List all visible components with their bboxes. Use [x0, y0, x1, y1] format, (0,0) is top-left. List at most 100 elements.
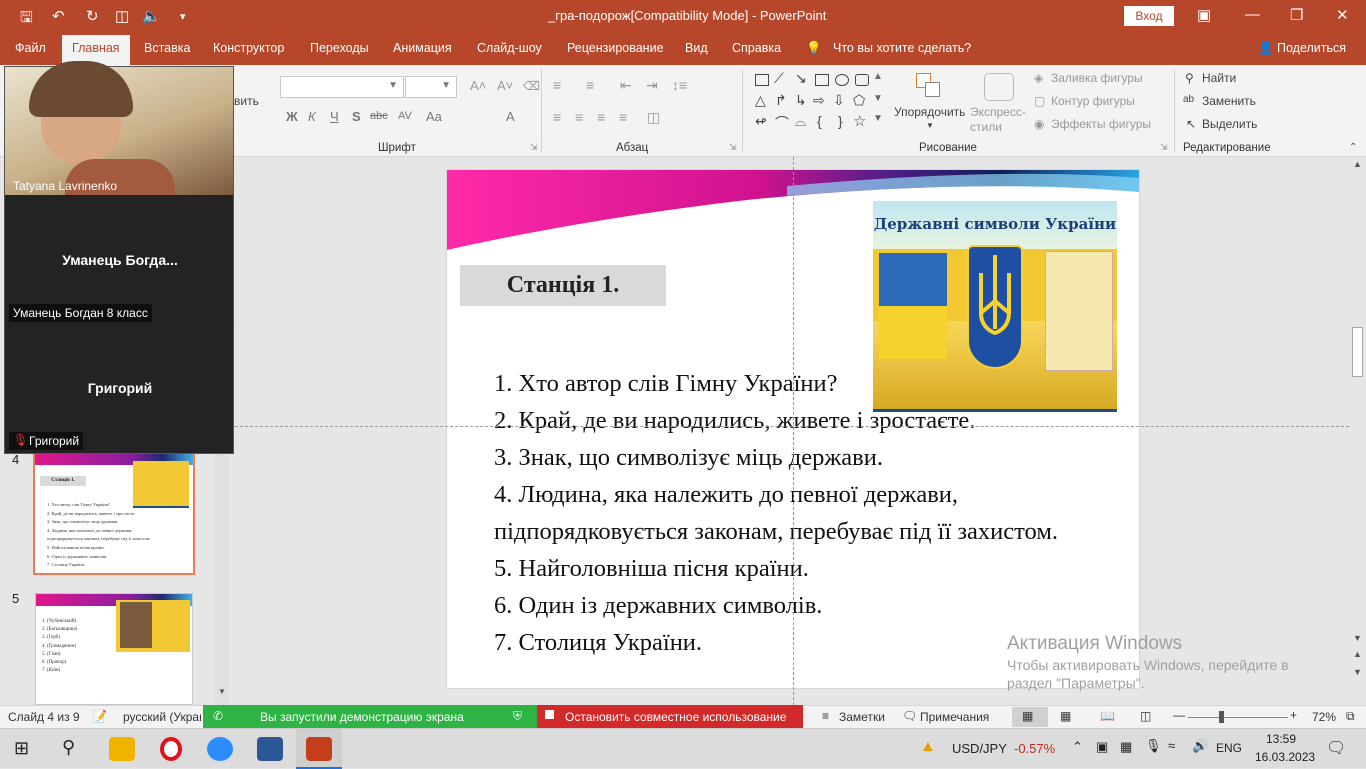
- reading-view-icon[interactable]: 📖: [1100, 709, 1115, 723]
- restore-icon[interactable]: ❐: [1290, 6, 1303, 24]
- tray-chevron-icon[interactable]: ⌃: [1072, 739, 1083, 755]
- columns-icon[interactable]: ◫: [647, 109, 660, 126]
- zoom-slider[interactable]: [1188, 717, 1288, 718]
- horizontal-guide[interactable]: [235, 426, 1349, 427]
- bold-button[interactable]: Ж: [286, 109, 298, 124]
- tray-wifi-icon[interactable]: ≈: [1168, 738, 1175, 753]
- speaker-icon[interactable]: 🔈: [142, 7, 161, 25]
- align-left-icon[interactable]: ≡: [553, 109, 561, 125]
- paste-label-partial[interactable]: вить: [234, 94, 259, 108]
- question-4-cont[interactable]: підпорядковується законам, перебуває під…: [494, 518, 1058, 546]
- participant1-video[interactable]: [5, 61, 233, 195]
- question-4[interactable]: 4. Людина, яка належить до певної держав…: [494, 481, 958, 509]
- fit-slide-icon[interactable]: ⧉: [1346, 709, 1355, 724]
- prev-slide-icon[interactable]: ▲: [1353, 649, 1362, 659]
- underline-button[interactable]: Ч: [330, 109, 339, 124]
- freeform-shape-icon[interactable]: ⌓: [795, 113, 806, 130]
- rectangle-shape-icon[interactable]: [815, 74, 829, 86]
- redo-icon[interactable]: ↻: [86, 7, 99, 25]
- slideshow-view-icon[interactable]: ◫: [1140, 709, 1151, 723]
- thumb-slide4[interactable]: Станція 1. 1. Хто автор слів Гімну Украї…: [33, 451, 195, 575]
- input-language[interactable]: ENG: [1216, 741, 1242, 755]
- oval-shape-icon[interactable]: [835, 74, 849, 86]
- language-indicator[interactable]: русский (Украи: [123, 710, 201, 724]
- line-spacing-icon[interactable]: ↕≡: [672, 77, 687, 93]
- zoom-icon[interactable]: [207, 737, 233, 761]
- collapse-ribbon-icon[interactable]: ⌃: [1349, 142, 1357, 153]
- sign-in-button[interactable]: Вход: [1124, 6, 1174, 26]
- down-arrow-shape-icon[interactable]: ⇩: [833, 92, 845, 109]
- ribbon-display-icon[interactable]: ▣: [1197, 6, 1211, 24]
- scroll-down-icon[interactable]: ▼: [1353, 633, 1362, 643]
- powerpoint-icon[interactable]: [306, 737, 332, 761]
- share-button[interactable]: Поделиться: [1277, 41, 1346, 55]
- star-shape-icon[interactable]: ☆: [853, 112, 866, 130]
- shape-fill-icon[interactable]: ◈: [1034, 71, 1043, 85]
- shape-outline-icon[interactable]: ▢: [1034, 94, 1045, 108]
- replace-icon[interactable]: ab: [1183, 94, 1194, 105]
- tab-transitions[interactable]: Переходы: [310, 41, 369, 55]
- curve-shape-icon[interactable]: ⌒: [775, 113, 789, 133]
- grow-font-icon[interactable]: A˄: [470, 78, 486, 93]
- font-color-button[interactable]: A: [506, 109, 515, 124]
- tray-volume-icon[interactable]: 🔊: [1192, 738, 1208, 754]
- thumb-scroll-down-icon[interactable]: ▼: [218, 687, 226, 696]
- align-center-icon[interactable]: ≡: [575, 109, 583, 125]
- paragraph-dialog-launcher-icon[interactable]: ⇲: [729, 142, 737, 153]
- ticker-change[interactable]: -0.57%: [1014, 741, 1055, 756]
- minimize-icon[interactable]: —: [1245, 6, 1260, 23]
- shrink-font-icon[interactable]: A˅: [497, 78, 513, 93]
- gallery-more-icon[interactable]: ▼: [873, 113, 883, 124]
- tab-slideshow[interactable]: Слайд-шоу: [477, 41, 542, 55]
- question-7[interactable]: 7. Столиця України.: [494, 629, 702, 657]
- bullets-icon[interactable]: ≡: [553, 77, 561, 93]
- tray-clipboard-icon[interactable]: ▦: [1120, 739, 1132, 755]
- slide-sorter-icon[interactable]: ▦: [1060, 709, 1071, 723]
- notes-icon[interactable]: ≡: [822, 709, 829, 723]
- shape-effects-button[interactable]: Эффекты фигуры: [1051, 117, 1151, 131]
- tray-mic-icon[interactable]: 🎙: [1145, 738, 1162, 754]
- right-brace-shape-icon[interactable]: }: [838, 113, 843, 129]
- tab-design[interactable]: Конструктор: [213, 41, 284, 55]
- font-dialog-launcher-icon[interactable]: ⇲: [530, 142, 538, 153]
- font-size-combo[interactable]: ▼: [405, 76, 457, 98]
- arrange-dropdown-icon[interactable]: ▼: [926, 121, 934, 130]
- comments-button[interactable]: Примечания: [920, 710, 989, 724]
- question-1[interactable]: 1. Хто автор слів Гімну України?: [494, 370, 837, 398]
- select-icon[interactable]: ↖: [1186, 117, 1196, 131]
- scroll-thumb[interactable]: [1352, 327, 1363, 377]
- line-shape-icon[interactable]: ⟋: [774, 70, 784, 87]
- quick-styles-button[interactable]: Экспресс- стили: [970, 105, 1026, 135]
- thumb-slide5[interactable]: 1. (Чубинський) 2. (Батьківщина) 3. (Герб)…: [35, 593, 193, 705]
- rounded-rect-shape-icon[interactable]: [855, 74, 869, 86]
- change-case-button[interactable]: Aa: [426, 109, 442, 124]
- file-explorer-icon[interactable]: [109, 737, 135, 761]
- shape-fill-button[interactable]: Заливка фигуры: [1051, 71, 1143, 85]
- tab-review[interactable]: Рецензирование: [567, 41, 664, 55]
- comments-icon[interactable]: 🗨: [902, 709, 917, 723]
- tab-view[interactable]: Вид: [685, 41, 708, 55]
- tab-insert[interactable]: Вставка: [144, 41, 190, 55]
- text-shadow-button[interactable]: S: [352, 109, 361, 124]
- undo-icon[interactable]: ↶: [52, 7, 65, 25]
- clear-format-icon[interactable]: ⌫: [523, 79, 540, 93]
- tab-animations[interactable]: Анимация: [393, 41, 452, 55]
- question-5[interactable]: 5. Найголовніша пісня країни.: [494, 555, 809, 583]
- word-icon[interactable]: [257, 737, 283, 761]
- justify-icon[interactable]: ≡: [619, 109, 627, 125]
- question-2[interactable]: 2. Край, де ви народились, живете і зрос…: [494, 407, 975, 435]
- proofing-icon[interactable]: 📝: [92, 709, 107, 723]
- question-3[interactable]: 3. Знак, що символізує міць держави.: [494, 444, 883, 472]
- right-arrow-shape-icon[interactable]: ⇨: [813, 92, 825, 109]
- font-name-combo[interactable]: ▼: [280, 76, 404, 98]
- scroll-up-icon[interactable]: ▲: [1353, 159, 1362, 169]
- left-brace-shape-icon[interactable]: {: [817, 113, 822, 129]
- align-right-icon[interactable]: ≡: [597, 109, 605, 125]
- arrange-icon[interactable]: [916, 73, 942, 99]
- increase-indent-icon[interactable]: ⇥: [646, 77, 658, 94]
- tab-help[interactable]: Справка: [732, 41, 781, 55]
- state-symbols-image[interactable]: Державні символи України: [873, 201, 1117, 412]
- find-icon[interactable]: ⚲: [1185, 71, 1194, 85]
- strikethrough-button[interactable]: abc: [370, 110, 388, 122]
- vertical-guide[interactable]: [793, 157, 794, 705]
